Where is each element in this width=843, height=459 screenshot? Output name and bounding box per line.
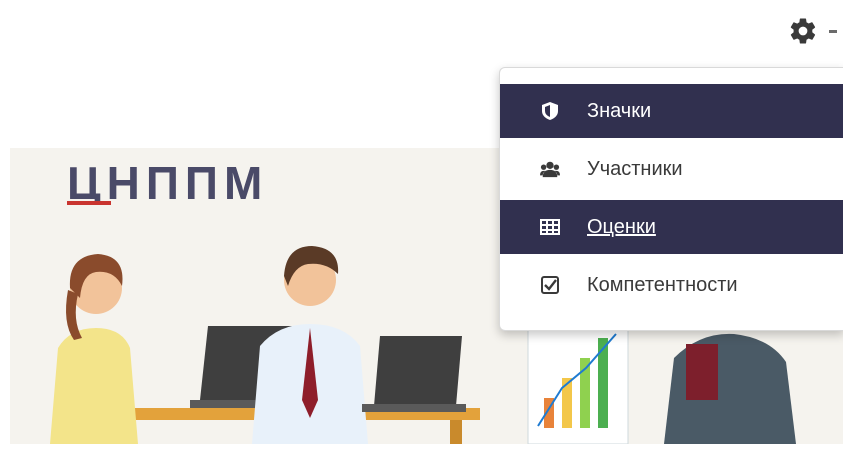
table-icon [540,217,560,237]
svg-text:ЦНППМ: ЦНППМ [67,161,268,205]
users-icon [540,159,560,179]
gear-icon [790,18,816,44]
menu-item-label: Оценки [587,215,656,238]
menu-item-participants[interactable]: Участники [500,142,843,196]
checkbox-icon [540,275,560,295]
cnppm-logo: ЦНППМ [67,161,268,205]
menu-item-label: Компетентности [587,273,738,296]
caret-down-icon[interactable] [829,30,837,33]
menu-item-competencies[interactable]: Компетентности [500,258,843,312]
settings-gear-button[interactable] [786,14,820,48]
menu-item-label: Участники [587,157,683,180]
menu-item-grades[interactable]: Оценки [500,200,843,254]
course-actions-dropdown: Значки Участники Оценки Компетентности [499,67,843,331]
menu-item-badges[interactable]: Значки [500,84,843,138]
menu-item-label: Значки [587,99,652,122]
shield-icon [540,101,560,121]
